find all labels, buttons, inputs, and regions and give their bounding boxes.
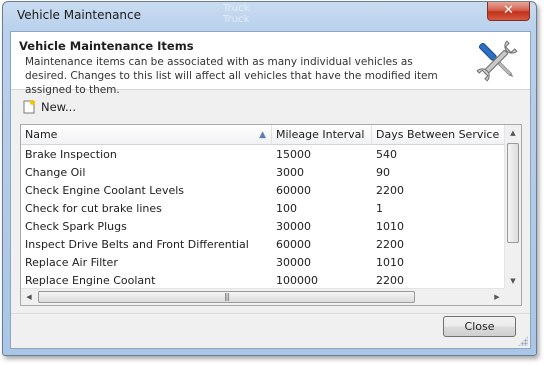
grid-header: Name ▲ Mileage Interval Days Between Ser… (21, 125, 505, 145)
cell-days: 1010 (376, 220, 404, 233)
cell-name: Inspect Drive Belts and Front Differenti… (25, 238, 249, 251)
scroll-right-icon[interactable]: ▶ (489, 289, 505, 305)
table-row[interactable]: Check Spark Plugs 30000 1010 (21, 218, 505, 236)
scrollbar-corner (504, 288, 521, 305)
column-header-mileage-interval[interactable]: Mileage Interval (272, 125, 372, 145)
cell-mileage: 100 (276, 202, 297, 215)
grid-rows: Brake Inspection 15000 540 Change Oil 30… (21, 146, 505, 290)
tools-icon (476, 40, 518, 82)
sort-ascending-icon: ▲ (259, 130, 266, 140)
horizontal-scroll-thumb[interactable]: ||| (38, 291, 415, 303)
cell-name: Replace Air Filter (25, 256, 118, 269)
header-description: Maintenance items can be associated with… (25, 56, 438, 96)
table-row[interactable]: Brake Inspection 15000 540 (21, 146, 505, 164)
footer-divider (11, 313, 530, 314)
cell-mileage: 30000 (276, 256, 311, 269)
cell-name: Brake Inspection (25, 148, 117, 161)
table-row[interactable]: Inspect Drive Belts and Front Differenti… (21, 236, 505, 254)
window-title: Vehicle Maintenance (17, 8, 142, 22)
new-item-button[interactable]: New... (21, 98, 76, 116)
cell-days: 540 (376, 148, 397, 161)
cell-days: 1010 (376, 256, 404, 269)
scroll-up-icon[interactable]: ▲ (505, 125, 521, 141)
cell-days: 2200 (376, 238, 404, 251)
cell-name: Check for cut brake lines (25, 202, 162, 215)
table-row[interactable]: Replace Air Filter 30000 1010 (21, 254, 505, 272)
table-row[interactable]: Change Oil 3000 90 (21, 164, 505, 182)
window-close-button[interactable]: ✕ (487, 2, 530, 21)
scroll-left-icon[interactable]: ◀ (21, 289, 37, 305)
cell-days: 2200 (376, 184, 404, 197)
cell-name: Check Engine Coolant Levels (25, 184, 185, 197)
resize-grip-icon[interactable] (518, 336, 528, 346)
vertical-scroll-thumb[interactable] (507, 143, 519, 243)
scroll-down-icon[interactable]: ▼ (505, 273, 521, 289)
new-document-icon (23, 100, 35, 114)
vertical-scrollbar[interactable]: ▲ ▼ (504, 125, 521, 289)
header-panel: Vehicle Maintenance Items Maintenance it… (11, 32, 530, 96)
table-row[interactable]: Check for cut brake lines 100 1 (21, 200, 505, 218)
cell-mileage: 15000 (276, 148, 311, 161)
close-button[interactable]: Close (443, 316, 516, 337)
cell-days: 1 (376, 202, 383, 215)
horizontal-scrollbar[interactable]: ◀ ||| ▶ (21, 288, 505, 305)
cell-mileage: 60000 (276, 238, 311, 251)
maintenance-items-grid[interactable]: Name ▲ Mileage Interval Days Between Ser… (20, 124, 522, 306)
cell-mileage: 3000 (276, 166, 304, 179)
cell-mileage: 30000 (276, 220, 311, 233)
column-header-name[interactable]: Name ▲ (21, 125, 272, 145)
dialog-client-area: Vehicle Maintenance Items Maintenance it… (10, 31, 531, 349)
cell-days: 90 (376, 166, 390, 179)
new-item-label: New... (41, 100, 76, 114)
column-header-days-between-service[interactable]: Days Between Service (372, 125, 505, 145)
background-window-text: Truck Truck (223, 3, 250, 25)
cell-mileage: 60000 (276, 184, 311, 197)
cell-name: Change Oil (25, 166, 86, 179)
table-row[interactable]: Check Engine Coolant Levels 60000 2200 (21, 182, 505, 200)
header-title: Vehicle Maintenance Items (19, 39, 194, 53)
dialog-window: Truck Truck Vehicle Maintenance ✕ Vehicl… (2, 1, 537, 356)
cell-name: Check Spark Plugs (25, 220, 127, 233)
